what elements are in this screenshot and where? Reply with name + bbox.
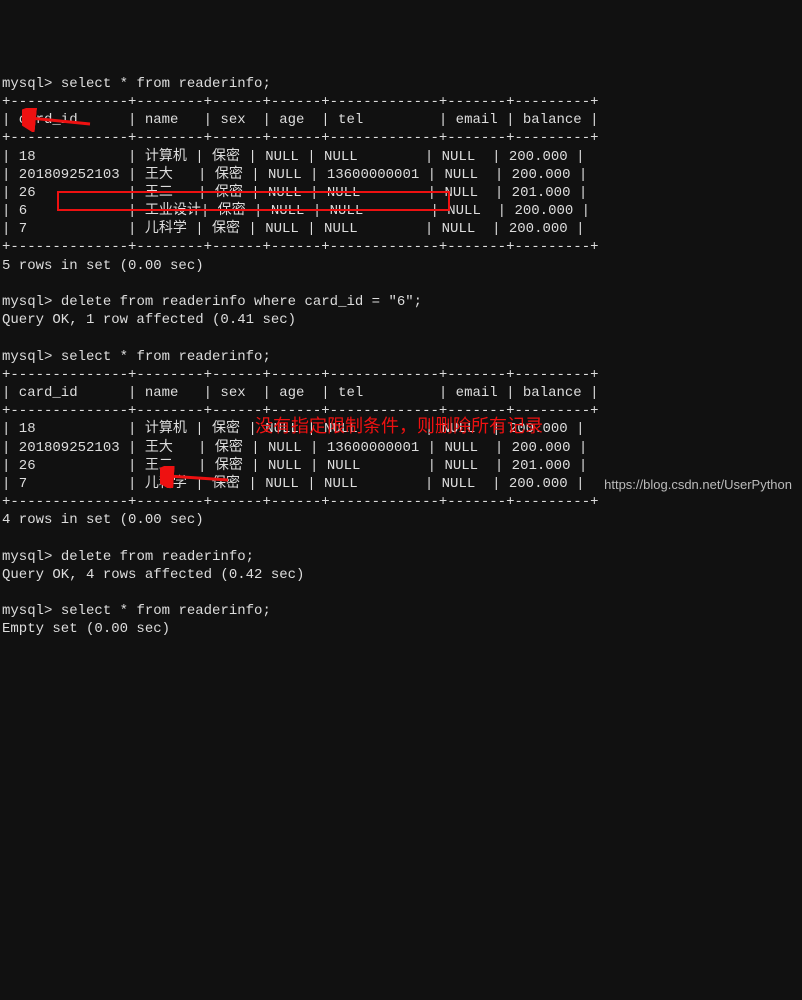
sql-select-1: select * from readerinfo; (61, 76, 271, 92)
table-row: | 7 | 儿科学 | 保密 | NULL | NULL | NULL | 20… (2, 476, 584, 492)
rows-summary: 4 rows in set (0.00 sec) (2, 512, 204, 528)
table-row: | 7 | 儿科学 | 保密 | NULL | NULL | NULL | 20… (2, 221, 584, 237)
table-sep: +--------------+--------+------+------+-… (2, 494, 599, 510)
sql-delete-all: delete from readerinfo; (61, 549, 254, 565)
annotation-text: 没有指定限制条件，则删除所有记录 (255, 415, 543, 438)
sql-delete-where: delete from readerinfo where card_id = "… (61, 294, 422, 310)
table-sep: +--------------+--------+------+------+-… (2, 94, 599, 110)
prompt: mysql> (2, 294, 52, 310)
rows-summary: 5 rows in set (0.00 sec) (2, 258, 204, 274)
table-row: | 201809252103 | 王大 | 保密 | NULL | 136000… (2, 440, 587, 456)
query-result: Query OK, 4 rows affected (0.42 sec) (2, 567, 304, 583)
sql-select-3: select * from readerinfo; (61, 603, 271, 619)
table-row: | 18 | 计算机 | 保密 | NULL | NULL | NULL | 2… (2, 149, 584, 165)
table-row: | 26 | 王二 | 保密 | NULL | NULL | NULL | 20… (2, 185, 587, 201)
prompt: mysql> (2, 349, 52, 365)
empty-result: Empty set (0.00 sec) (2, 621, 170, 637)
prompt: mysql> (2, 76, 52, 92)
terminal-output: mysql> select * from readerinfo; +------… (2, 75, 802, 639)
table-row: | 6 | 工业设计| 保密 | NULL | NULL | NULL | 20… (2, 203, 590, 219)
query-result: Query OK, 1 row affected (0.41 sec) (2, 312, 296, 328)
table-sep: +--------------+--------+------+------+-… (2, 239, 599, 255)
sql-select-2: select * from readerinfo; (61, 349, 271, 365)
table-sep: +--------------+--------+------+------+-… (2, 367, 599, 383)
table-sep: +--------------+--------+------+------+-… (2, 130, 599, 146)
prompt: mysql> (2, 549, 52, 565)
watermark: https://blog.csdn.net/UserPython (604, 477, 792, 494)
prompt: mysql> (2, 603, 52, 619)
table-row: | 201809252103 | 王大 | 保密 | NULL | 136000… (2, 167, 587, 183)
table-header: | card_id | name | sex | age | tel | ema… (2, 385, 599, 401)
table-header: | card_id | name | sex | age | tel | ema… (2, 112, 599, 128)
table-row: | 26 | 王二 | 保密 | NULL | NULL | NULL | 20… (2, 458, 587, 474)
